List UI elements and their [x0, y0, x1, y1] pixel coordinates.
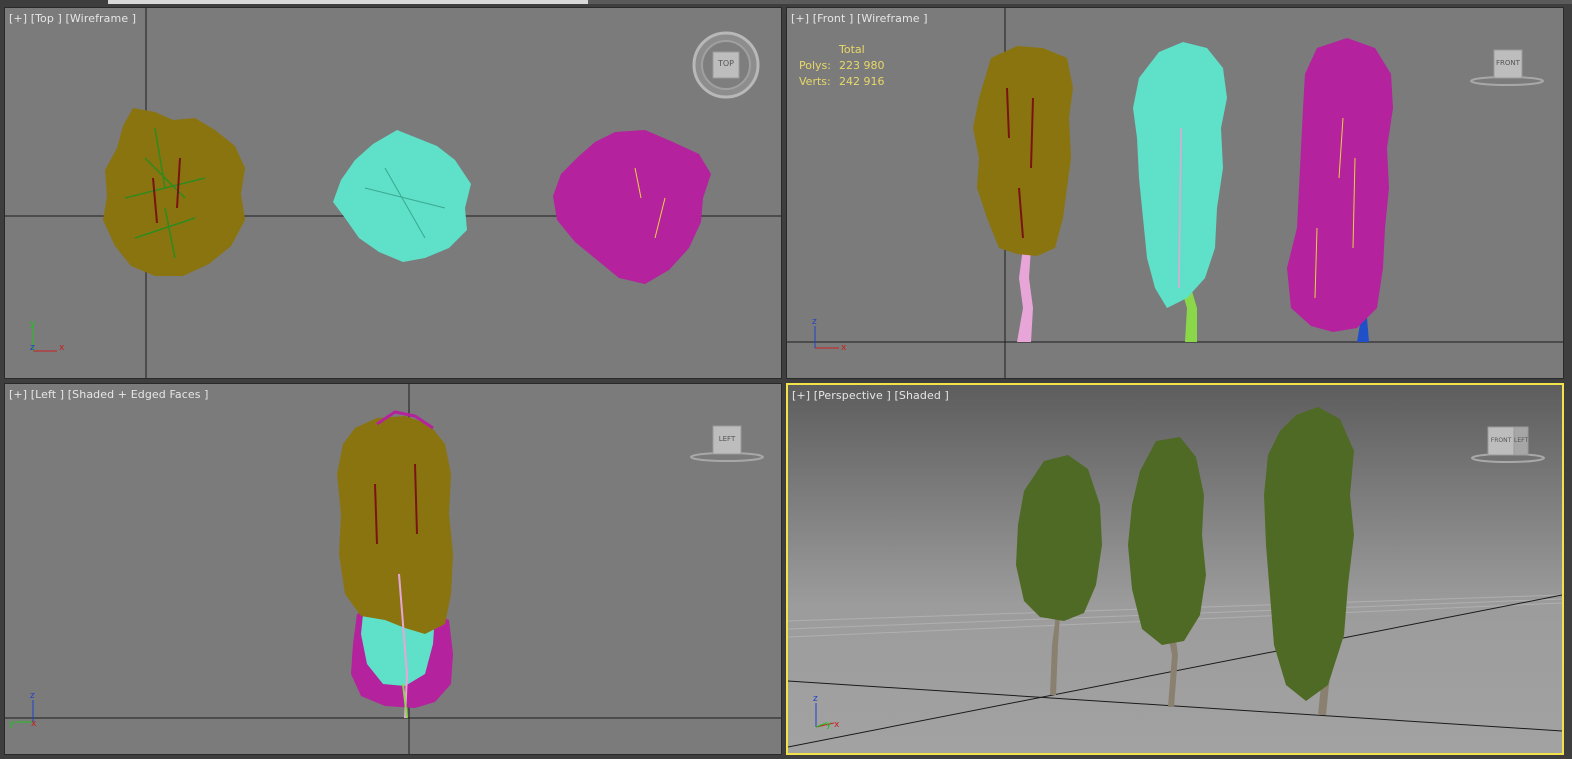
- viewport-front[interactable]: x z [+] [Front ] [Wireframe ] Total Poly…: [786, 7, 1564, 379]
- axis-tripod-front: [814, 326, 839, 349]
- viewcube-front-label[interactable]: FRONT: [1494, 59, 1522, 67]
- viewport-label-perspective[interactable]: [+] [Perspective ] [Shaded ]: [792, 389, 949, 402]
- viewport-tab-strip-dark: [588, 0, 1572, 4]
- viewcube-left[interactable]: LEFT: [689, 422, 769, 464]
- viewcube-perspective-left-label[interactable]: LEFT: [1514, 437, 1528, 444]
- axis-x-label-front: x: [841, 343, 847, 353]
- tree-magenta-front[interactable]: [1287, 38, 1393, 342]
- viewcube-perspective[interactable]: FRONT LEFT: [1470, 421, 1550, 465]
- stats-polys-label: Polys:: [799, 59, 831, 72]
- axis-y-label-persp: y: [826, 720, 832, 730]
- axis-x-label-left: x: [31, 719, 37, 729]
- top-view-canvas: x y z: [5, 8, 781, 378]
- viewcube-top-label[interactable]: TOP: [713, 59, 739, 68]
- tree-perspective-2[interactable]: [1128, 437, 1206, 707]
- viewport-label-front[interactable]: [+] [Front ] [Wireframe ]: [791, 12, 928, 25]
- perspective-view-canvas: z x y: [788, 407, 1562, 748]
- axis-x-label-top: x: [59, 343, 65, 353]
- viewcube-perspective-front-label[interactable]: FRONT: [1488, 437, 1514, 444]
- trees-overlap-left[interactable]: [337, 410, 453, 719]
- stats-verts-value: 242 916: [839, 75, 885, 88]
- axis-y-label-top: y: [30, 319, 36, 329]
- statistics-overlay: Total Polys: 223 980 Verts: 242 916: [799, 42, 885, 90]
- tree-olive-front[interactable]: [973, 46, 1073, 342]
- top-strip: [0, 0, 1572, 6]
- tree-perspective-1[interactable]: [1016, 455, 1102, 695]
- tree-perspective-3[interactable]: [1264, 407, 1354, 715]
- viewport-label-left[interactable]: [+] [Left ] [Shaded + Edged Faces ]: [9, 388, 209, 401]
- viewcube-top[interactable]: TOP: [691, 30, 761, 100]
- stats-polys-value: 223 980: [839, 59, 885, 72]
- axis-y-label-left: y: [9, 719, 15, 729]
- tree-olive-top[interactable]: [103, 108, 245, 276]
- axis-z-label-persp: z: [813, 694, 818, 704]
- viewport-tab-strip[interactable]: [108, 0, 588, 4]
- stats-title: Total: [839, 43, 865, 56]
- stats-verts-label: Verts:: [799, 75, 831, 88]
- viewport-top[interactable]: x y z [+] [Top ] [Wireframe ] TOP: [4, 7, 782, 379]
- viewcube-left-label[interactable]: LEFT: [713, 435, 741, 443]
- viewport-label-top[interactable]: [+] [Top ] [Wireframe ]: [9, 12, 136, 25]
- tree-cyan-top[interactable]: [333, 130, 471, 262]
- left-view-canvas: z y x: [5, 384, 781, 754]
- viewcube-front[interactable]: FRONT: [1467, 46, 1547, 88]
- axis-z-label-left: z: [30, 691, 35, 701]
- axis-x-label-persp: x: [834, 720, 840, 730]
- viewport-left[interactable]: z y x [+] [Left ] [Shaded + Edged Faces …: [4, 383, 782, 755]
- tree-magenta-top[interactable]: [553, 130, 711, 284]
- axis-tripod-top: [32, 326, 57, 352]
- axis-z-label-top: z: [30, 343, 35, 353]
- tree-cyan-front[interactable]: [1133, 42, 1227, 342]
- axis-z-label-front: z: [812, 317, 817, 327]
- viewport-perspective[interactable]: z x y [+] [Perspective ] [Shaded ] FRONT…: [786, 383, 1564, 755]
- front-view-canvas: x z: [787, 8, 1563, 378]
